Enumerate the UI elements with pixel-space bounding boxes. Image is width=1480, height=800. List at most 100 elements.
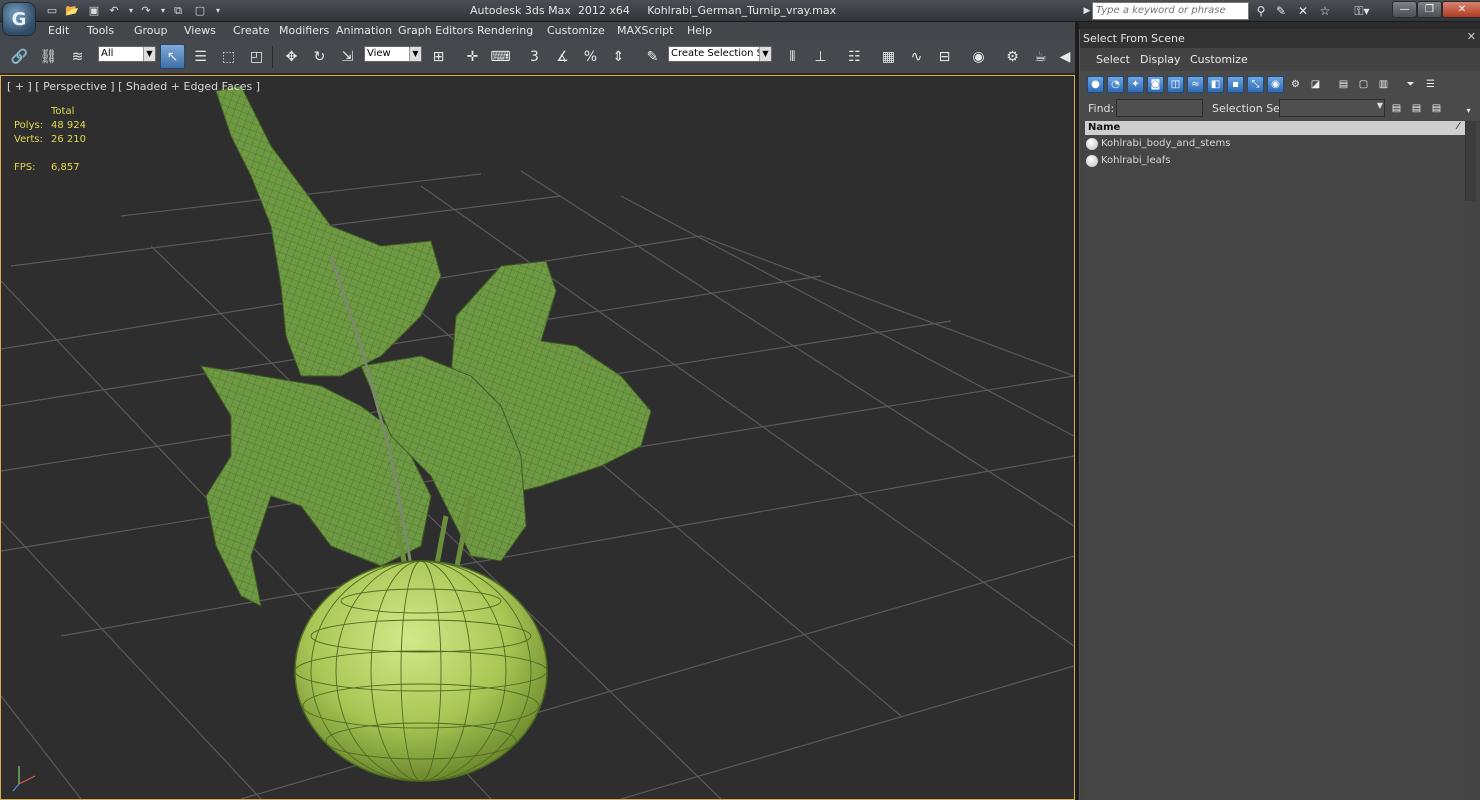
perspective-viewport[interactable]: [ + ] [ Perspective ] [ Shaded + Edged F… — [0, 75, 1075, 800]
menu-graph-editors[interactable]: Graph Editors — [398, 24, 474, 37]
dialog-title-bar[interactable]: Select From Scene ✕ — [1080, 29, 1480, 48]
select-object-icon[interactable]: ↖ — [160, 44, 185, 69]
toolbar-options-chevron-icon[interactable]: ▾ — [1460, 102, 1477, 119]
window-crossing-icon[interactable]: ◰ — [244, 44, 269, 69]
find-input[interactable] — [1116, 99, 1203, 117]
select-selection-set-icon[interactable]: ▤ — [1428, 100, 1445, 117]
quick-access-dropdown-icon[interactable]: ▾ — [210, 3, 226, 18]
render-setup-icon[interactable]: ⚙ — [1000, 44, 1025, 69]
display-frozen-icon[interactable]: ⚙ — [1287, 76, 1304, 93]
select-and-move-icon[interactable]: ✥ — [279, 44, 304, 69]
render-production-icon[interactable]: ◀ — [1056, 44, 1074, 69]
viewport-label[interactable]: [ + ] [ Perspective ] [ Shaded + Edged F… — [7, 80, 260, 93]
open-file-icon[interactable]: 📂 — [64, 3, 80, 18]
menu-animation[interactable]: Animation — [336, 24, 392, 37]
snaps-toggle-icon[interactable]: 3 — [522, 44, 547, 69]
selection-filter-dropdown[interactable]: All ▼ — [98, 46, 156, 62]
redo-dropdown-icon[interactable]: ▾ — [155, 3, 171, 18]
menu-group[interactable]: Group — [134, 24, 168, 37]
display-groups-icon[interactable]: ◧ — [1207, 76, 1224, 93]
display-shapes-icon[interactable]: ◔ — [1107, 76, 1124, 93]
display-lights-icon[interactable]: ✦ — [1127, 76, 1144, 93]
select-and-rotate-icon[interactable]: ↻ — [307, 44, 332, 69]
search-input[interactable]: Type a keyword or phrase — [1092, 2, 1249, 20]
undo-dropdown-icon[interactable]: ▾ — [123, 3, 139, 18]
column-header-name[interactable]: Name ⁄ — [1085, 121, 1465, 135]
menu-rendering[interactable]: Rendering — [477, 24, 533, 37]
select-and-manipulate-icon[interactable]: ✛ — [460, 44, 485, 69]
display-space-warps-icon[interactable]: ≈ — [1187, 76, 1204, 93]
dialog-menu-bar: Select Display Customize — [1080, 49, 1480, 71]
selection-set-dropdown[interactable]: ▼ — [1279, 99, 1385, 117]
display-containers-icon[interactable]: ◉ — [1267, 76, 1284, 93]
layer-manager-icon[interactable]: ☷ — [842, 44, 867, 69]
align-icon[interactable]: ⊥ — [808, 44, 833, 69]
dialog-menu-select[interactable]: Select — [1096, 53, 1130, 66]
maximize-button[interactable]: ❐ — [1417, 1, 1442, 18]
application-button[interactable]: G — [2, 2, 36, 36]
schematic-view-icon[interactable]: ⊟ — [932, 44, 957, 69]
dialog-menu-display[interactable]: Display — [1140, 53, 1181, 66]
angle-snap-icon[interactable]: ∡ — [550, 44, 575, 69]
bind-to-space-warp-icon[interactable]: ≋ — [65, 44, 90, 69]
rectangular-selection-icon[interactable]: ⬚ — [216, 44, 241, 69]
display-bones-icon[interactable]: ⤡ — [1247, 76, 1264, 93]
named-selection-sets-dropdown[interactable]: Create Selection Se ▼ — [668, 46, 772, 62]
favorites-star-icon[interactable]: ☆ — [1317, 3, 1333, 19]
unlink-selection-icon[interactable]: ⛓ — [36, 44, 61, 69]
subscription-icon[interactable]: ✎ — [1273, 3, 1289, 19]
display-invert-icon[interactable]: ▥ — [1375, 76, 1392, 93]
display-cameras-icon[interactable]: ◙ — [1147, 76, 1164, 93]
filter-icon[interactable]: ⏷ — [1402, 76, 1419, 93]
menu-maxscript[interactable]: MAXScript — [617, 24, 673, 37]
communication-center-icon[interactable]: ✕ — [1295, 3, 1311, 19]
pivot-center-icon[interactable]: ⊞ — [426, 44, 451, 69]
material-editor-icon[interactable]: ◉ — [966, 44, 991, 69]
mirror-icon[interactable]: ⫴ — [780, 44, 805, 69]
menu-customize[interactable]: Customize — [547, 24, 605, 37]
close-icon[interactable]: ✕ — [1467, 30, 1476, 43]
binoculars-icon[interactable]: ⚲ — [1253, 3, 1269, 19]
stats-total-label: Total — [51, 106, 75, 117]
spinner-snap-icon[interactable]: ⇕ — [606, 44, 631, 69]
redo-icon[interactable]: ↷ — [138, 3, 154, 18]
help-key-icon[interactable]: ⚿▾ — [1348, 3, 1376, 19]
filter-options-icon[interactable]: ☰ — [1422, 76, 1439, 93]
select-and-scale-icon[interactable]: ⇲ — [335, 44, 360, 69]
project-folder-icon[interactable]: ▢ — [192, 3, 208, 18]
list-item[interactable]: Kohlrabi_leafs — [1085, 153, 1465, 170]
new-file-icon[interactable]: ▭ — [44, 3, 60, 18]
close-window-button[interactable]: ✕ — [1442, 1, 1480, 18]
select-and-link-icon[interactable]: 🔗 — [7, 44, 32, 69]
select-by-name-icon[interactable]: ☰ — [188, 44, 213, 69]
list-scrollbar[interactable] — [1465, 121, 1476, 201]
graphite-toolbox-icon[interactable]: ▦ — [876, 44, 901, 69]
menu-help[interactable]: Help — [687, 24, 712, 37]
undo-icon[interactable]: ↶ — [106, 3, 122, 18]
percent-snap-icon[interactable]: % — [578, 44, 603, 69]
add-to-selection-set-icon[interactable]: ▤ — [1388, 100, 1405, 117]
remove-from-selection-set-icon[interactable]: ▤ — [1408, 100, 1425, 117]
display-none-icon[interactable]: ▢ — [1355, 76, 1372, 93]
dialog-menu-customize[interactable]: Customize — [1190, 53, 1248, 66]
save-file-icon[interactable]: ▣ — [86, 3, 102, 18]
menu-modifiers[interactable]: Modifiers — [279, 24, 329, 37]
minimize-button[interactable]: — — [1392, 1, 1417, 18]
list-item[interactable]: Kohlrabi_body_and_stems — [1085, 136, 1465, 153]
menu-create[interactable]: Create — [233, 24, 270, 37]
hold-icon[interactable]: ⧉ — [170, 3, 186, 18]
display-xrefs-icon[interactable]: ▪ — [1227, 76, 1244, 93]
display-hidden-icon[interactable]: ◪ — [1307, 76, 1324, 93]
curve-editor-icon[interactable]: ∿ — [904, 44, 929, 69]
keyboard-shortcut-override-icon[interactable]: ⌨ — [488, 44, 513, 69]
stats-verts-value: 26 210 — [51, 134, 86, 145]
display-all-icon[interactable]: ▤ — [1335, 76, 1352, 93]
reference-coordinate-dropdown[interactable]: View ▼ — [364, 46, 422, 62]
display-geometry-icon[interactable]: ● — [1087, 76, 1104, 93]
menu-tools[interactable]: Tools — [87, 24, 114, 37]
menu-views[interactable]: Views — [184, 24, 216, 37]
menu-edit[interactable]: Edit — [48, 24, 69, 37]
rendered-frame-window-icon[interactable]: ☕ — [1028, 44, 1053, 69]
display-helpers-icon[interactable]: ◫ — [1167, 76, 1184, 93]
edit-named-selection-icon[interactable]: ✎ — [640, 44, 665, 69]
